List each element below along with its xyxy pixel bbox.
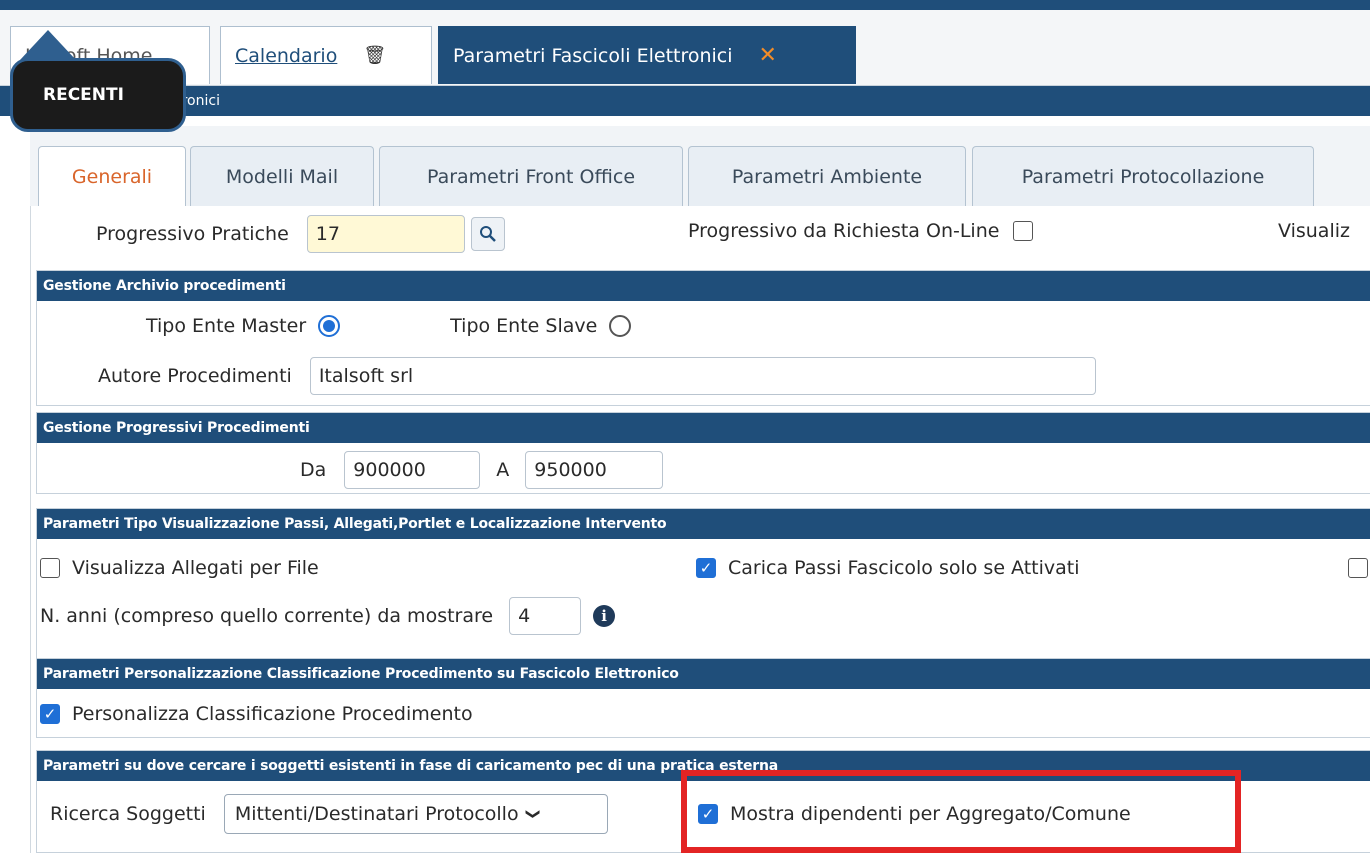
carica-checkbox[interactable]: ✓ bbox=[696, 558, 716, 578]
top-strip bbox=[0, 0, 1370, 10]
allegati-checkbox[interactable] bbox=[40, 558, 60, 578]
breadcrumb: Parametri Fascicoli Elettronici bbox=[0, 86, 1370, 116]
section-visualizzazione: Parametri Tipo Visualizzazione Passi, Al… bbox=[36, 508, 1370, 660]
tipo-ente-row: Tipo Ente Master Tipo Ente Slave bbox=[146, 308, 632, 344]
master-radio[interactable] bbox=[318, 315, 341, 337]
range-row: Da 900000 A 950000 bbox=[300, 450, 664, 490]
section-visualizzazione-title: Parametri Tipo Visualizzazione Passi, Al… bbox=[37, 509, 1370, 539]
autore-input[interactable]: Italsoft srl bbox=[309, 357, 1096, 395]
window-tabs: Italsoft Home Calendario 🗑 Parametri Fas… bbox=[0, 10, 1370, 86]
ricerca-label: Ricerca Soggetti bbox=[50, 803, 206, 825]
a-label: A bbox=[496, 459, 510, 481]
autore-row: Autore Procedimenti Italsoft srl bbox=[98, 356, 1096, 396]
anni-row: N. anni (compreso quello corrente) da mo… bbox=[40, 596, 616, 636]
da-label: Da bbox=[300, 459, 327, 481]
section-progressivi: Gestione Progressivi Procedimenti bbox=[36, 412, 1370, 494]
carica-row: ✓ Carica Passi Fascicolo solo se Attivat… bbox=[696, 552, 1080, 584]
visualiz-row: Visualiz bbox=[1278, 214, 1350, 248]
subtab-ambiente[interactable]: Parametri Ambiente bbox=[688, 146, 966, 206]
section-progressivi-title: Gestione Progressivi Procedimenti bbox=[37, 413, 1370, 443]
anni-label: N. anni (compreso quello corrente) da mo… bbox=[40, 605, 494, 627]
highlight-box bbox=[681, 770, 1241, 853]
anni-input[interactable]: 4 bbox=[509, 597, 582, 635]
recenti-button[interactable]: RECENTI bbox=[10, 58, 186, 132]
recenti-arrow-icon bbox=[20, 30, 76, 60]
subtab-modelli-mail-label: Modelli Mail bbox=[225, 165, 339, 188]
da-value: 900000 bbox=[353, 459, 426, 481]
da-input[interactable]: 900000 bbox=[344, 451, 481, 489]
slave-radio[interactable] bbox=[609, 315, 632, 337]
search-button[interactable] bbox=[470, 217, 505, 251]
extra-checkbox[interactable] bbox=[1348, 558, 1368, 578]
a-input[interactable]: 950000 bbox=[525, 451, 664, 489]
recenti-label: RECENTI bbox=[43, 85, 124, 105]
progressivo-row: Progressivo Pratiche 17 bbox=[96, 214, 505, 254]
online-checkbox[interactable] bbox=[1013, 221, 1034, 241]
progressivo-label: Progressivo Pratiche bbox=[96, 223, 289, 245]
subtab-generali-label: Generali bbox=[71, 165, 153, 188]
trash-icon[interactable]: 🗑 bbox=[363, 45, 386, 66]
personalizza-label: Personalizza Classificazione Procediment… bbox=[72, 703, 473, 725]
chevron-down-icon: ❯ bbox=[524, 808, 541, 820]
ricerca-select[interactable]: Mittenti/Destinatari Protocollo ❯ bbox=[223, 794, 608, 834]
info-icon[interactable]: i bbox=[593, 605, 616, 627]
close-icon[interactable]: ✕ bbox=[759, 43, 777, 68]
autore-label: Autore Procedimenti bbox=[98, 365, 292, 387]
subtab-ambiente-label: Parametri Ambiente bbox=[731, 165, 923, 188]
section-archivio-title: Gestione Archivio procedimenti bbox=[37, 271, 1370, 301]
online-row: Progressivo da Richiesta On-Line bbox=[688, 214, 1034, 248]
allegati-row: Visualizza Allegati per File bbox=[40, 552, 319, 584]
tab-calendario[interactable]: Calendario 🗑 bbox=[220, 26, 432, 84]
subtab-front-office[interactable]: Parametri Front Office bbox=[379, 146, 683, 206]
tab-calendario-label: Calendario bbox=[235, 44, 338, 67]
progressivo-input[interactable]: 17 bbox=[306, 215, 465, 253]
ricerca-value: Mittenti/Destinatari Protocollo bbox=[234, 803, 519, 825]
master-label: Tipo Ente Master bbox=[146, 315, 307, 337]
extra-row bbox=[1348, 552, 1368, 584]
carica-label: Carica Passi Fascicolo solo se Attivati bbox=[728, 557, 1080, 579]
visualiz-label: Visualiz bbox=[1278, 220, 1350, 242]
progressivo-value: 17 bbox=[315, 223, 340, 245]
autore-value: Italsoft srl bbox=[318, 365, 414, 387]
personalizza-row: ✓ Personalizza Classificazione Procedime… bbox=[40, 698, 473, 730]
tab-parametri-fascicoli[interactable]: Parametri Fascicoli Elettronici ✕ bbox=[438, 26, 856, 84]
subtab-front-office-label: Parametri Front Office bbox=[426, 165, 636, 188]
tab-active-label: Parametri Fascicoli Elettronici bbox=[453, 44, 733, 67]
ricerca-row: Ricerca Soggetti Mittenti/Destinatari Pr… bbox=[50, 792, 608, 836]
top-bar: Italsoft Home Calendario 🗑 Parametri Fas… bbox=[0, 0, 1370, 116]
personalizza-checkbox[interactable]: ✓ bbox=[40, 704, 60, 724]
section-classificazione-title: Parametri Personalizzazione Classificazi… bbox=[37, 659, 1370, 689]
allegati-label: Visualizza Allegati per File bbox=[72, 557, 319, 579]
search-icon bbox=[479, 226, 496, 242]
slave-label: Tipo Ente Slave bbox=[450, 315, 598, 337]
subtab-protocollazione[interactable]: Parametri Protocollazione bbox=[972, 146, 1314, 206]
a-value: 950000 bbox=[534, 459, 607, 481]
subtab-generali[interactable]: Generali bbox=[38, 146, 186, 206]
subtab-protocollazione-label: Parametri Protocollazione bbox=[1021, 165, 1265, 188]
subtab-modelli-mail[interactable]: Modelli Mail bbox=[190, 146, 374, 206]
anni-value: 4 bbox=[518, 605, 531, 627]
online-label: Progressivo da Richiesta On-Line bbox=[688, 220, 1000, 242]
